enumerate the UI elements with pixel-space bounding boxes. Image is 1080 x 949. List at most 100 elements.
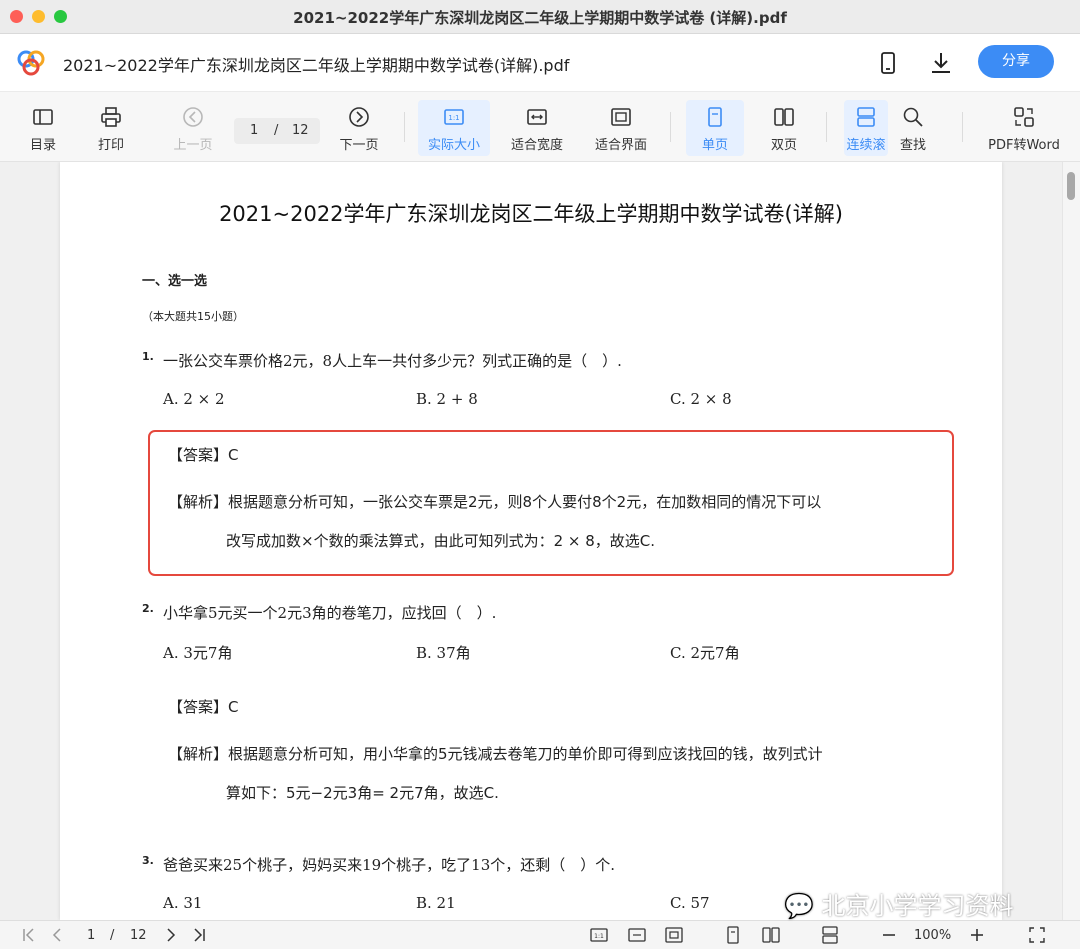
status-bar: 1 / 12 1:1 100%: [0, 920, 1080, 949]
mobile-phone-icon[interactable]: [875, 50, 901, 76]
scrollbar-thumb[interactable]: [1067, 172, 1075, 200]
fit-window-icon: [611, 108, 631, 126]
toolbar-divider: [404, 112, 405, 142]
status-page-current[interactable]: 1: [87, 928, 95, 943]
continuous-scroll-icon[interactable]: [821, 926, 839, 944]
analysis-text: 算如下：5元−2元3角= 2元7角，故选C.: [226, 784, 499, 802]
single-page-icon[interactable]: [724, 926, 742, 944]
page-separator: /: [274, 123, 279, 138]
fit-window-label: 适合界面: [594, 138, 647, 153]
fit-width-label: 适合宽度: [510, 138, 563, 153]
fit-width-button[interactable]: 适合宽度: [506, 100, 568, 156]
fit-window-icon[interactable]: [665, 926, 683, 944]
answer-value: C: [228, 446, 239, 464]
fit-width-icon: [527, 109, 547, 125]
watermark-text: 北京小学学习资料: [821, 892, 1014, 920]
section-note: （本大题共15小题）: [142, 310, 244, 323]
continuous-scroll-label: 连续滚: [846, 138, 886, 153]
fit-window-button[interactable]: 适合界面: [590, 100, 652, 156]
question-option: C. 2 × 8: [670, 390, 732, 408]
prev-page-button[interactable]: 上一页: [168, 100, 218, 156]
analysis-line: 【解析】根据题意分析可知，一张公交车票是2元，则8个人要付8个2元，在加数相同的…: [168, 491, 821, 512]
next-page-icon[interactable]: [162, 926, 180, 944]
question-text: 小华拿5元买一个2元3角的卷笔刀，应找回（ ）.: [163, 604, 497, 622]
convert-icon: [1014, 107, 1034, 127]
pdf-to-word-label: PDF转Word: [988, 138, 1060, 153]
question-text: 爸爸买来25个桃子，妈妈买来19个桃子，吃了13个，还剩（ ）个.: [163, 856, 616, 874]
question-option: B. 2 + 8: [416, 390, 478, 408]
vertical-scrollbar[interactable]: [1062, 162, 1080, 920]
search-icon: [903, 107, 923, 127]
window-titlebar: 2021~2022学年广东深圳龙岗区二年级上学期期中数学试卷 (详解).pdf: [0, 0, 1080, 34]
single-page-icon: [708, 107, 722, 127]
question-option: C. 57: [670, 894, 710, 912]
wechat-icon: 💬: [784, 892, 814, 920]
double-page-icon[interactable]: [762, 926, 780, 944]
answer-line: 【答案】C: [168, 444, 239, 465]
app-header: 2021~2022学年广东深圳龙岗区二年级上学期期中数学试卷(详解).pdf 分…: [0, 34, 1080, 92]
question-option: B. 21: [416, 894, 456, 912]
share-button[interactable]: 分享: [978, 45, 1054, 78]
analysis-line: 【解析】根据题意分析可知，用小华拿的5元钱减去卷笔刀的单价即可得到应该找回的钱，…: [168, 743, 823, 764]
next-page-label: 下一页: [339, 138, 379, 153]
toc-label: 目录: [29, 138, 56, 153]
status-page-separator: /: [110, 928, 115, 943]
chevron-right-circle-icon: [349, 107, 369, 127]
question-option: A. 2 × 2: [163, 390, 225, 408]
question-option: A. 3元7角: [163, 644, 233, 662]
answer-line: 【答案】C: [168, 696, 239, 717]
print-button[interactable]: 打印: [90, 100, 132, 156]
actual-size-label: 实际大小: [427, 138, 480, 153]
analysis-text: 改写成加数×个数的乘法算式，由此可知列式为：2 × 8，故选C.: [226, 532, 656, 550]
toc-button[interactable]: 目录: [22, 100, 64, 156]
next-page-button[interactable]: 下一页: [334, 100, 384, 156]
find-label: 查找: [899, 138, 926, 153]
prev-page-label: 上一页: [173, 138, 213, 153]
actual-size-button[interactable]: 1:1 实际大小: [418, 100, 490, 156]
zoom-in-icon[interactable]: [968, 926, 986, 944]
svg-text:1:1: 1:1: [448, 114, 459, 122]
printer-icon: [101, 107, 121, 127]
answer-value: C: [228, 698, 239, 716]
print-label: 打印: [97, 138, 124, 153]
double-page-label: 双页: [770, 138, 797, 153]
question-text: 一张公交车票价格2元，8人上车一共付多少元？列式正确的是（ ）.: [163, 352, 622, 370]
prev-page-icon[interactable]: [48, 926, 66, 944]
answer-label: 【答案】: [168, 698, 229, 716]
fullscreen-icon[interactable]: [1028, 926, 1046, 944]
analysis-text: 根据题意分析可知，一张公交车票是2元，则8个人要付8个2元，在加数相同的情况下可…: [228, 493, 822, 511]
sidebar-icon: [33, 109, 53, 125]
last-page-icon[interactable]: [190, 926, 208, 944]
question-number: 3.: [142, 854, 154, 867]
find-button[interactable]: 查找: [892, 100, 934, 156]
page-number-input[interactable]: 1 / 12: [234, 118, 320, 144]
section-title: 一、选一选: [142, 274, 208, 289]
question-option: B. 37角: [416, 644, 471, 662]
analysis-text: 根据题意分析可知，用小华拿的5元钱减去卷笔刀的单价即可得到应该找回的钱，故列式计: [228, 745, 823, 763]
double-page-icon: [774, 108, 794, 126]
question-number: 1.: [142, 350, 154, 363]
toolbar-divider: [670, 112, 671, 142]
question-option: C. 2元7角: [670, 644, 740, 662]
download-icon[interactable]: [928, 50, 954, 76]
app-logo-icon: [17, 50, 45, 76]
first-page-icon[interactable]: [20, 926, 38, 944]
answer-label: 【答案】: [168, 446, 229, 464]
zoom-level[interactable]: 100%: [914, 928, 951, 943]
single-page-button[interactable]: 单页: [686, 100, 744, 156]
continuous-scroll-button[interactable]: 连续滚: [844, 100, 888, 156]
zoom-out-icon[interactable]: [880, 926, 898, 944]
svg-text:1:1: 1:1: [594, 933, 604, 940]
fit-width-icon[interactable]: [628, 926, 646, 944]
watermark: 💬 北京小学学习资料: [784, 886, 1014, 921]
toolbar-divider: [826, 112, 827, 142]
document-viewer[interactable]: 2021~2022学年广东深圳龙岗区二年级上学期期中数学试卷(详解) 一、选一选…: [0, 162, 1080, 920]
analysis-label: 【解析】: [168, 493, 229, 511]
page-current: 1: [250, 123, 259, 138]
pdf-to-word-button[interactable]: PDF转Word: [984, 100, 1064, 156]
toolbar: 目录 打印 上一页 1 / 12 下一页 1:1 实际大小 适合宽度 适合界面 …: [0, 92, 1080, 162]
actual-size-icon: 1:1: [444, 109, 464, 125]
actual-size-icon[interactable]: 1:1: [590, 926, 608, 944]
double-page-button[interactable]: 双页: [762, 100, 806, 156]
chevron-left-circle-icon: [183, 107, 203, 127]
